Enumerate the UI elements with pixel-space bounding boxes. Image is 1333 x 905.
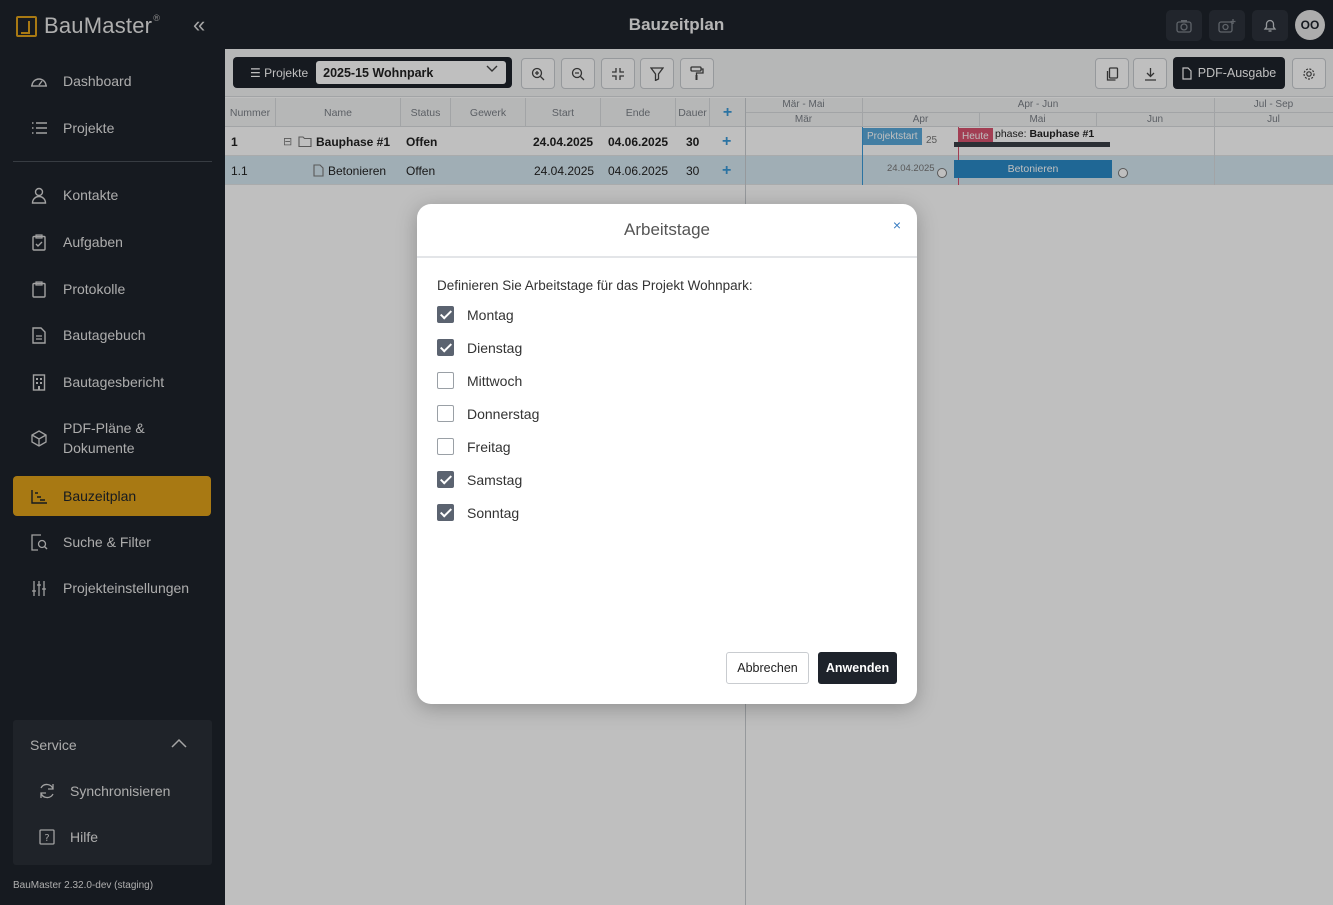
checkbox-checked[interactable] <box>437 306 454 323</box>
checkbox-unchecked[interactable] <box>437 438 454 455</box>
day-option-donnerstag[interactable]: Donnerstag <box>437 405 539 422</box>
day-option-mittwoch[interactable]: Mittwoch <box>437 372 522 389</box>
day-option-freitag[interactable]: Freitag <box>437 438 511 455</box>
day-option-montag[interactable]: Montag <box>437 306 514 323</box>
day-label: Montag <box>467 306 514 323</box>
dialog-header: Arbeitstage × <box>417 204 917 258</box>
day-option-samstag[interactable]: Samstag <box>437 471 522 488</box>
apply-button[interactable]: Anwenden <box>818 652 897 684</box>
close-icon[interactable]: × <box>893 217 901 233</box>
day-option-dienstag[interactable]: Dienstag <box>437 339 522 356</box>
day-label: Freitag <box>467 438 511 455</box>
day-label: Sonntag <box>467 504 520 521</box>
day-option-sonntag[interactable]: Sonntag <box>437 504 519 521</box>
dialog-title: Arbeitstage <box>624 220 710 239</box>
dialog-description: Definieren Sie Arbeitstage für das Proje… <box>437 278 753 293</box>
cancel-button[interactable]: Abbrechen <box>726 652 809 684</box>
day-label: Donnerstag <box>467 405 540 422</box>
checkbox-unchecked[interactable] <box>437 372 454 389</box>
checkbox-unchecked[interactable] <box>437 405 454 422</box>
day-label: Dienstag <box>467 339 523 356</box>
day-label: Samstag <box>467 471 523 488</box>
checkbox-checked[interactable] <box>437 339 454 356</box>
checkbox-checked[interactable] <box>437 471 454 488</box>
day-label: Mittwoch <box>467 372 523 389</box>
checkbox-checked[interactable] <box>437 504 454 521</box>
working-days-dialog: Arbeitstage × Definieren Sie Arbeitstage… <box>417 204 917 704</box>
